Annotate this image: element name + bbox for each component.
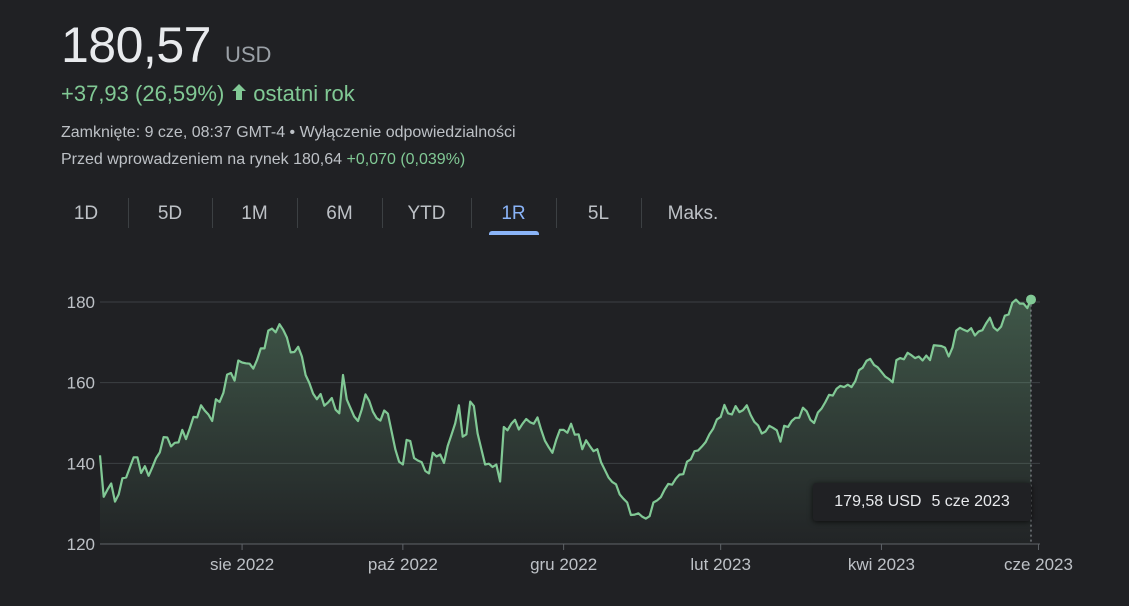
- x-tick-label: sie 2022: [210, 555, 274, 574]
- y-tick-label: 120: [67, 535, 95, 554]
- x-tick-label: gru 2022: [530, 555, 597, 574]
- y-tick-label: 160: [67, 374, 95, 393]
- tooltip-date: 5 cze 2023: [931, 493, 1010, 510]
- x-tick-label: kwi 2023: [848, 555, 915, 574]
- x-tick-label: cze 2023: [1004, 555, 1073, 574]
- y-tick-label: 180: [67, 293, 95, 312]
- y-tick-label: 140: [67, 454, 95, 473]
- x-tick-label: lut 2023: [690, 555, 751, 574]
- chart-tooltip: 179,58 USD 5 cze 2023: [813, 483, 1031, 521]
- x-tick-label: paź 2022: [368, 555, 438, 574]
- hover-point: [1026, 294, 1036, 305]
- tooltip-value: 179,58 USD: [834, 493, 922, 510]
